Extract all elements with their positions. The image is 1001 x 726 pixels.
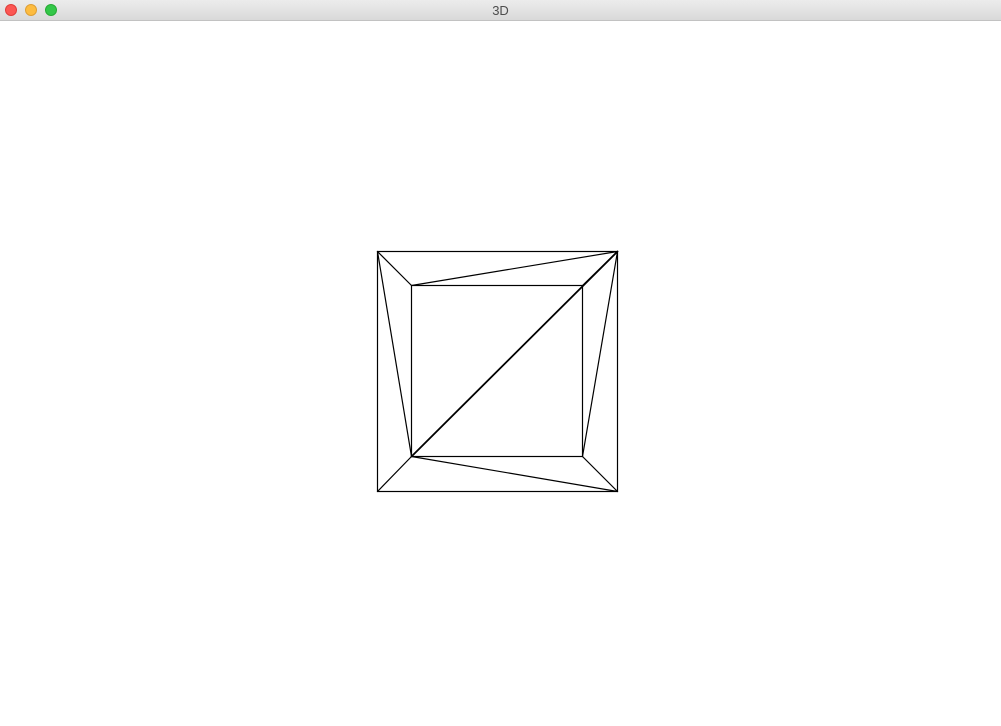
diag-left: [376, 250, 413, 458]
edge-bottom-left: [376, 455, 413, 493]
app-window: 3D: [0, 0, 1001, 726]
wireframe-svg: [376, 250, 619, 493]
main-diagonal: [410, 250, 619, 458]
diag-bottom: [410, 455, 619, 493]
drawing-canvas[interactable]: [0, 21, 1001, 726]
title-bar[interactable]: 3D: [0, 0, 1001, 21]
window-title: 3D: [492, 3, 509, 18]
diag-top: [410, 250, 619, 287]
